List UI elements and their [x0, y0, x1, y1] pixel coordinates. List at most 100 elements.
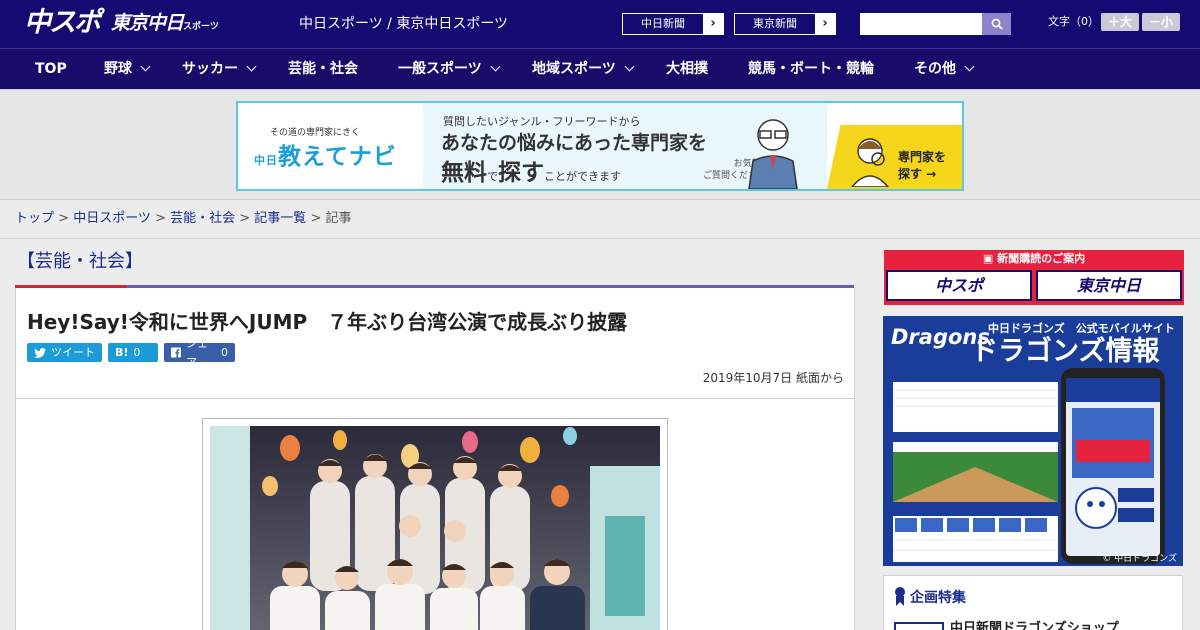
subscribe-tokyo-chunichi-button[interactable]: 東京中日	[1036, 270, 1182, 301]
category-title: 【芸能・社会】	[17, 251, 143, 272]
nav-item-general-sports[interactable]: 一般スポーツ	[398, 49, 501, 89]
nav-item-soccer[interactable]: サッカー	[182, 49, 257, 89]
chunichi-shimbun-link[interactable]: 中日新聞 ›	[622, 13, 724, 35]
feature-thumbnail[interactable]	[894, 622, 944, 630]
feature-item-link[interactable]: 中日新聞ドラゴンズショップ	[950, 620, 1119, 630]
subscription-title-text: 新聞購読のご案内	[997, 252, 1086, 265]
hatena-bookmark-button[interactable]: B! 0	[108, 343, 158, 362]
ad-brand: 中日教えてナビ	[254, 137, 397, 171]
breadcrumb-separator: >	[54, 211, 74, 226]
chevron-down-icon	[246, 61, 257, 72]
ad-line3: 無料で探すことができます	[441, 153, 621, 187]
main-nav: TOP 野球 サッカー 芸能・社会 一般スポーツ 地域スポーツ 大相撲 競馬・ボ…	[0, 48, 1200, 89]
dragons-fanclub-graphic	[1066, 378, 1160, 529]
tokyo-shimbun-link[interactable]: 東京新聞 ›	[734, 13, 836, 35]
article-headline: Hey!Say!令和に世界へJUMP ７年ぶり台湾公演で成長ぶり披露	[27, 310, 628, 334]
breadcrumb-separator: >	[235, 211, 255, 226]
site-title: 中日スポーツ / 東京中日スポーツ	[299, 16, 509, 32]
nav-item-label: 競馬・ボート・競輪	[748, 61, 874, 77]
dragons-mobile-ad[interactable]: Dragons 中日ドラゴンズ 公式モバイルサイト ドラゴンズ情報 © 中日ドラ…	[883, 316, 1183, 566]
tokyo-chunichi-logo[interactable]: 東京中日スポーツ	[111, 10, 219, 40]
nav-item-label: 野球	[104, 61, 132, 77]
nav-item-top[interactable]: TOP	[35, 49, 67, 89]
ad-brand-panel: その道の専門家にきく 中日教えてナビ	[238, 103, 423, 189]
ad-line3-a: 無料	[441, 160, 487, 186]
tokyo-chunichi-logo-text: 東京中日	[111, 12, 184, 34]
breadcrumb-chunichi-sports[interactable]: 中日スポーツ	[73, 211, 151, 226]
breadcrumb-top[interactable]: トップ	[15, 211, 54, 226]
businessman-illustration-icon	[748, 119, 798, 189]
divider	[0, 238, 1200, 239]
font-smaller-button[interactable]: －小	[1142, 13, 1180, 31]
nav-item-label: その他	[914, 61, 956, 77]
feature-title: 企画特集	[910, 590, 966, 606]
subscribe-chunichi-sports-button[interactable]: 中スポ	[886, 270, 1032, 301]
ribbon-icon	[895, 587, 905, 606]
tweet-button[interactable]: ツイート	[27, 343, 102, 362]
dragons-title: ドラゴンズ情報	[971, 336, 1160, 367]
tweet-label: ツイート	[51, 346, 95, 359]
hatena-count: 0	[133, 346, 141, 359]
scoreboard-screenshot	[893, 372, 1058, 562]
nav-item-label: 大相撲	[666, 61, 708, 77]
search-input[interactable]	[860, 13, 982, 35]
breadcrumb-entertainment[interactable]: 芸能・社会	[170, 211, 235, 226]
tokyo-shimbun-label: 東京新聞	[735, 14, 815, 34]
nav-item-other[interactable]: その他	[914, 49, 975, 89]
search-button[interactable]	[982, 13, 1011, 35]
dragons-copyright: © 中日ドラゴンズ	[1102, 554, 1177, 564]
smartphone-illustration	[1061, 368, 1165, 564]
subscription-title: ▣ 新聞購読のご案内	[884, 251, 1184, 267]
chunichi-sports-logo[interactable]: 中スポ	[24, 6, 101, 40]
ad-line2: あなたの悩みにあった専門家を	[441, 132, 708, 154]
ad-brand-prefix: 中日	[254, 154, 278, 167]
ad-brand-name: 教えてナビ	[278, 144, 397, 170]
nav-item-label: 地域スポーツ	[532, 61, 616, 77]
ad-copy-panel: 質問したいジャンル・フリーワードから あなたの悩みにあった専門家を 無料で探すこ…	[423, 103, 827, 189]
chunichi-shimbun-label: 中日新聞	[623, 14, 703, 34]
facebook-label: シェア	[186, 336, 208, 369]
ad-cta[interactable]: 専門家を 探す →	[898, 149, 946, 183]
nav-item-label: 芸能・社会	[288, 61, 358, 77]
hatena-label: B!	[115, 346, 129, 359]
facebook-count: 0	[221, 346, 228, 359]
font-size-label: 文字（0）	[1048, 15, 1099, 28]
font-larger-button[interactable]: ＋大	[1101, 13, 1139, 31]
group-photo[interactable]	[210, 426, 660, 630]
nav-item-label: サッカー	[182, 61, 238, 77]
breadcrumb-separator: >	[306, 211, 326, 226]
chevron-right-icon: ›	[822, 16, 828, 31]
chevron-down-icon	[490, 61, 501, 72]
ad-line3-b: で	[487, 170, 498, 183]
top-header: 中スポ 東京中日スポーツ 中日スポーツ / 東京中日スポーツ 中日新聞 › 東京…	[0, 0, 1200, 48]
breadcrumb-article-list[interactable]: 記事一覧	[254, 211, 306, 226]
ad-line3-d: ことができます	[544, 170, 621, 183]
nav-item-racing[interactable]: 競馬・ボート・競輪	[748, 49, 874, 89]
subscription-box: ▣ 新聞購読のご案内 中スポ 東京中日	[884, 250, 1184, 305]
facebook-share-button[interactable]: シェア 0	[164, 337, 235, 369]
article: Hey!Say!令和に世界へJUMP ７年ぶり台湾公演で成長ぶり披露 ツイート …	[15, 288, 855, 630]
oshiete-navi-ad[interactable]: その道の専門家にきく 中日教えてナビ 質問したいジャンル・フリーワードから あな…	[236, 101, 964, 191]
chevron-right-icon: ›	[710, 16, 716, 31]
search-icon	[991, 18, 1003, 30]
chevron-down-icon	[964, 61, 975, 72]
breadcrumb: トップ > 中日スポーツ > 芸能・社会 > 記事一覧 > 記事	[15, 210, 352, 228]
chevron-down-icon	[140, 61, 151, 72]
ad-band: その道の専門家にきく 中日教えてナビ 質問したいジャンル・フリーワードから あな…	[0, 89, 1200, 200]
woman-magnifier-illustration-icon	[851, 138, 889, 187]
nav-item-entertainment[interactable]: 芸能・社会	[288, 49, 358, 89]
feature-box: 企画特集 中日新聞ドラゴンズショップ	[883, 575, 1183, 630]
nav-item-sumo[interactable]: 大相撲	[666, 49, 708, 89]
chevron-down-icon	[624, 61, 635, 72]
article-divider	[16, 398, 854, 399]
nav-item-baseball[interactable]: 野球	[104, 49, 151, 89]
article-dateline: 2019年10月7日 紙面から	[702, 371, 844, 385]
newspaper-icon: ▣	[982, 252, 998, 265]
twitter-bird-icon	[34, 347, 46, 358]
nav-item-local-sports[interactable]: 地域スポーツ	[532, 49, 635, 89]
nav-item-label: 一般スポーツ	[398, 61, 482, 77]
breadcrumb-current: 記事	[325, 211, 352, 226]
ad-line1: 質問したいジャンル・フリーワードから	[443, 115, 641, 128]
smartphone-screen	[1066, 378, 1160, 556]
ad-line3-c: 探す	[498, 160, 544, 186]
